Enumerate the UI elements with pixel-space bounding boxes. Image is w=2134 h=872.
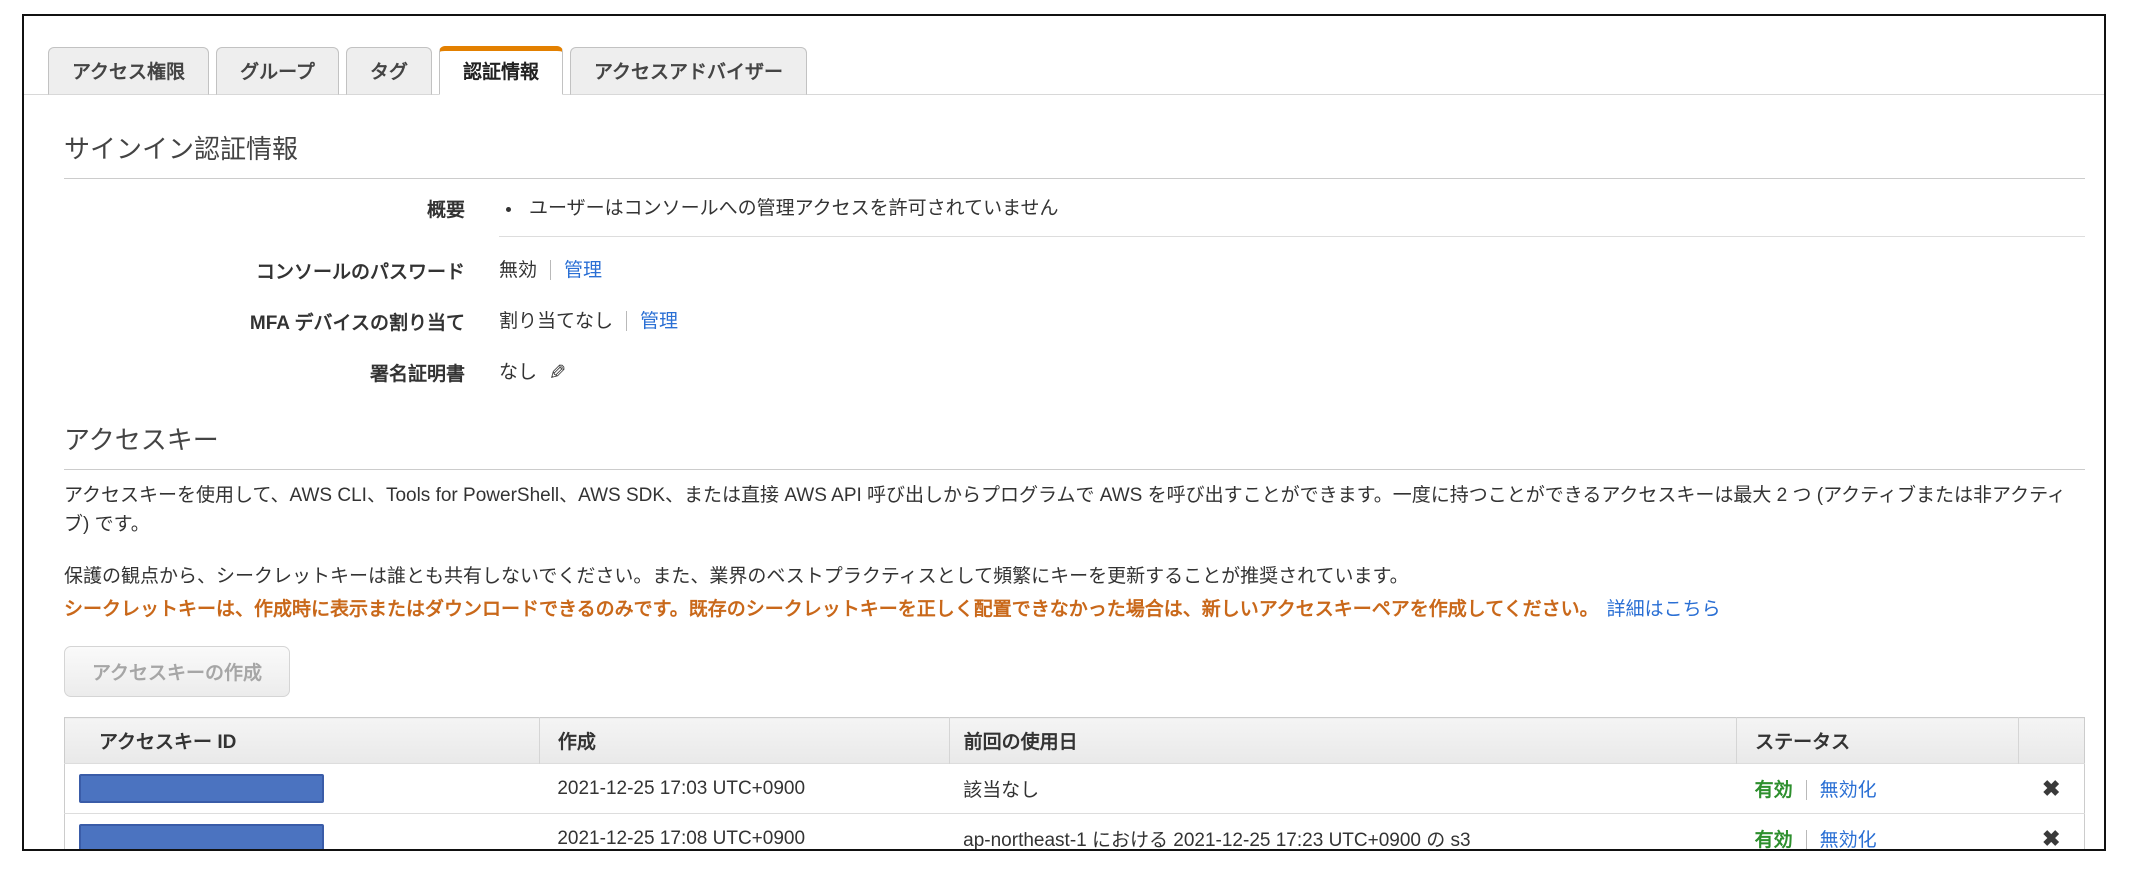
create-access-key-button[interactable]: アクセスキーの作成 (64, 646, 291, 697)
created-cell: 2021-12-25 17:03 UTC+0900 (539, 763, 950, 814)
separator (1805, 830, 1807, 849)
summary-bullet-item: ユーザーはコンソールへの管理アクセスを許可されていません (523, 193, 2085, 220)
separator (626, 311, 628, 331)
tab-access-permissions[interactable]: アクセス権限 (48, 47, 210, 95)
delete-icon[interactable]: ✖ (2042, 826, 2060, 850)
access-keys-advice: 保護の観点から、シークレットキーは誰とも共有しないでください。また、業界のベスト… (64, 566, 1409, 587)
access-keys-description: アクセスキーを使用して、AWS CLI、Tools for PowerShell… (64, 485, 2066, 535)
summary-value: ユーザーはコンソールへの管理アクセスを許可されていません (499, 193, 2085, 237)
tab-bar: アクセス権限 グループ タグ 認証情報 アクセスアドバイザー (24, 46, 2104, 95)
table-header-row: アクセスキー ID 作成 前回の使用日 ステータス (64, 717, 2085, 764)
mfa-value: 割り当てなし (499, 311, 614, 332)
section-divider (64, 178, 2085, 179)
console-password-label: コンソールのパスワード (255, 262, 465, 283)
manage-console-password-link[interactable]: 管理 (564, 260, 602, 281)
mfa-row: MFA デバイスの割り当て 割り当てなし 管理 (64, 306, 2085, 335)
learn-more-link[interactable]: 詳細はこちら (1607, 599, 1721, 620)
access-key-id-redacted (79, 774, 324, 803)
deactivate-link[interactable]: 無効化 (1820, 830, 1877, 849)
summary-row: 概要 ユーザーはコンソールへの管理アクセスを許可されていません (64, 193, 2085, 237)
access-key-id-redacted (79, 824, 324, 849)
header-status: ステータス (1736, 717, 2019, 764)
header-created: 作成 (539, 717, 950, 764)
separator (1805, 780, 1807, 800)
table-row: 2021-12-25 17:08 UTC+0900 ap-northeast-1… (64, 813, 2085, 851)
secret-key-warning-text: シークレットキーは、作成時に表示またはダウンロードできるのみです。既存のシークレ… (64, 598, 1599, 620)
status-badge: 有効 (1754, 830, 1793, 851)
credentials-panel: アクセス権限 グループ タグ 認証情報 アクセスアドバイザー サインイン認証情報… (22, 14, 2106, 851)
manage-mfa-link[interactable]: 管理 (640, 311, 678, 332)
console-password-row: コンソールのパスワード 無効 管理 (64, 255, 2085, 284)
deactivate-link[interactable]: 無効化 (1820, 780, 1877, 801)
tab-security-credentials[interactable]: 認証情報 (438, 46, 563, 95)
access-keys-table: アクセスキー ID 作成 前回の使用日 ステータス 2021-12-25 17:… (64, 717, 2085, 851)
mfa-label: MFA デバイスの割り当て (249, 313, 465, 334)
signing-cert-label: 署名証明書 (369, 364, 465, 385)
signin-credentials-title: サインイン認証情報 (64, 134, 299, 164)
tab-access-advisor[interactable]: アクセスアドバイザー (569, 47, 808, 95)
header-access-key-id: アクセスキー ID (64, 717, 540, 764)
separator (550, 260, 552, 280)
header-last-used: 前回の使用日 (949, 717, 1738, 764)
console-password-value: 無効 (499, 260, 538, 281)
status-badge: 有効 (1754, 780, 1793, 801)
delete-icon[interactable]: ✖ (2042, 776, 2060, 801)
access-keys-title: アクセスキー (64, 425, 219, 455)
summary-label: 概要 (426, 200, 465, 221)
tab-tags[interactable]: タグ (345, 47, 432, 95)
last-used-cell: 該当なし (949, 763, 1737, 814)
tab-groups[interactable]: グループ (216, 47, 339, 95)
table-row: 2021-12-25 17:03 UTC+0900 該当なし 有効 無効化 ✖ (64, 763, 2085, 814)
section-divider (64, 469, 2085, 470)
signing-cert-row: 署名証明書 なし ✎ (64, 357, 2085, 386)
edit-icon[interactable]: ✎ (543, 363, 568, 381)
last-used-cell: ap-northeast-1 における 2021-12-25 17:23 UTC… (949, 813, 1737, 849)
signing-cert-value: なし (499, 362, 538, 383)
header-actions (2018, 717, 2085, 764)
secret-key-warning: シークレットキーは、作成時に表示またはダウンロードできるのみです。既存のシークレ… (64, 596, 2085, 625)
tab-content: サインイン認証情報 概要 ユーザーはコンソールへの管理アクセスを許可されていませ… (24, 129, 2104, 851)
created-cell: 2021-12-25 17:08 UTC+0900 (539, 813, 950, 849)
